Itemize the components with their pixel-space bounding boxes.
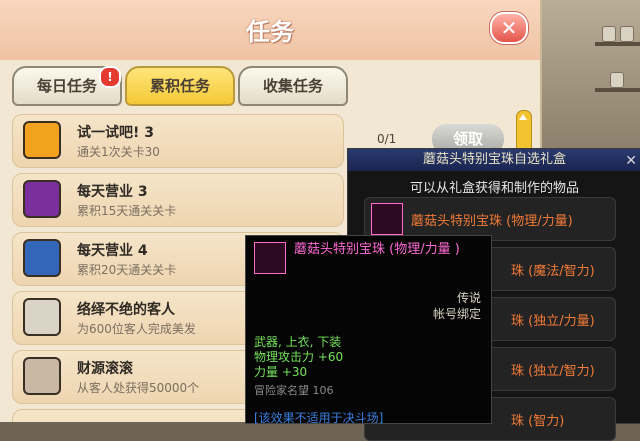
customer-icon [23,357,61,395]
tooltip-item-name: 蘑菇头特别宝珠 (物理/力量 ) [294,242,460,257]
gift-item-label: 珠 (独立/智力) [511,364,595,379]
shop-sign-icon [23,180,61,218]
customer-icon [23,298,61,336]
alert-badge: ! [99,66,121,88]
tooltip-slots: 武器, 上衣, 下装 [254,335,342,349]
quest-desc: 累积20天通关关卡 [77,263,177,277]
gift-item-label: 珠 (独立/力量) [511,314,595,329]
scroll-up-icon [519,114,527,120]
title-bar: 任务 ✕ [0,0,540,60]
jar-icon [602,26,616,42]
shelf [595,88,640,92]
tooltip-rarity: 传说 [456,291,481,305]
shop-sign-icon [23,239,61,277]
gift-box-subtitle: 可以从礼盒获得和制作的物品 [409,181,579,196]
tooltip-level-req: 冒险家名望 106 [254,384,334,397]
gift-box-title-text: 蘑菇头特别宝珠自选礼盒 [422,152,566,167]
tab-collection[interactable]: 收集任务 [238,66,348,106]
gift-box-title: 蘑菇头特别宝珠自选礼盒 ✕ [348,149,640,171]
quest-desc: 通关1次关卡30 [77,145,160,159]
gift-item-label: 珠 (魔法/智力) [511,264,595,279]
tooltip-stat: 物理攻击力 +60 [254,350,344,364]
gift-close-button[interactable]: ✕ [625,150,637,172]
tab-cumulative[interactable]: 累积任务 [125,66,235,106]
quest-title: 每天营业 4 [77,243,148,259]
gift-item-label: 珠 (智力) [511,414,565,429]
quest-desc: 为600位客人完成美发 [77,322,196,336]
background-scene [540,0,640,150]
jar-icon [620,26,634,42]
gift-item-label: 蘑菇头特别宝珠 (物理/力量) [411,214,573,229]
close-button[interactable]: ✕ [490,12,528,44]
quest-progress: 0/1 [377,132,397,146]
quest-desc: 从客人处获得50000个 [77,381,200,395]
tooltip-stat: 力量 +30 [254,365,308,379]
quest-title: 试一试吧! 3 [77,125,154,141]
tooltip-note: [该效果不适用于决斗场] [254,411,384,425]
quest-row[interactable]: 每天营业 3 累积15天通关关卡 [12,173,344,227]
pickaxe-icon [371,203,403,235]
quest-title: 络绎不绝的客人 [77,302,175,318]
tooltip-bind: 帐号绑定 [432,307,481,321]
quest-title: 财源滚滚 [77,361,133,377]
jar-icon [610,72,624,88]
window-title: 任务 [246,18,294,46]
quest-desc: 累积15天通关关卡 [77,204,177,218]
item-tooltip: 蘑菇头特别宝珠 (物理/力量 ) 传说 帐号绑定 武器, 上衣, 下装 物理攻击… [245,235,492,425]
shelf [595,42,640,46]
quest-title: 每天营业 3 [77,184,148,200]
quest-row[interactable]: 试一试吧! 3 通关1次关卡30 [12,114,344,168]
pickaxe-icon [254,242,286,274]
quest-9-icon [23,121,61,159]
